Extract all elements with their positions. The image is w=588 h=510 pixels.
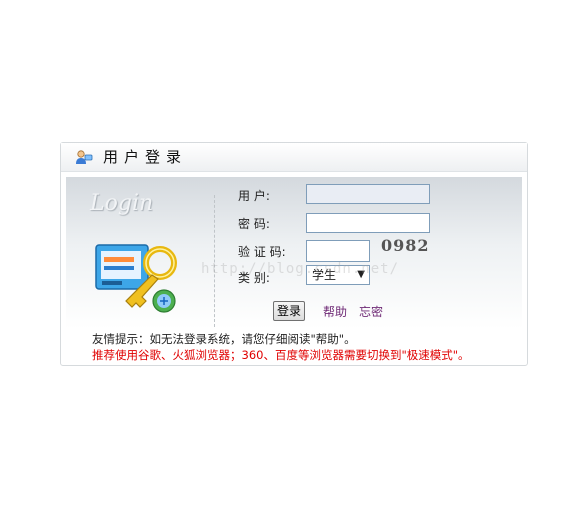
captcha-label: 验 证 码: [238,245,286,259]
login-script-logo: Login [90,191,154,216]
username-label: 用 户: [238,189,270,203]
help-link[interactable]: 帮助 [323,303,347,320]
login-button[interactable]: 登录 [273,301,305,321]
browser-warning: 推荐使用谷歌、火狐浏览器；360、百度等浏览器需要切换到"极速模式"。 [92,348,470,362]
captcha-image[interactable]: 0982 [381,236,430,255]
hint-text: 友情提示：如无法登录系统，请您仔细阅读"帮助"。 [92,332,356,346]
user-icon [76,150,93,164]
watermark: http://blog.csdn.net/ [201,261,400,277]
forgot-password-link[interactable]: 忘密 [359,303,383,320]
login-form-area: Login 用 户: 密 码: 验 证 码: 0982 类 别: 学生 ▼ 登录 [66,177,522,329]
password-label: 密 码: [238,217,270,231]
password-input[interactable] [306,213,430,233]
login-panel: 用户登录 Login 用 户: 密 码: 验 证 码: 0982 类 别: 学生 [60,142,528,366]
captcha-input[interactable] [306,240,370,262]
panel-header: 用户登录 [61,143,527,172]
key-icon [95,244,177,313]
username-input[interactable] [306,184,430,204]
panel-title: 用户登录 [103,148,188,166]
